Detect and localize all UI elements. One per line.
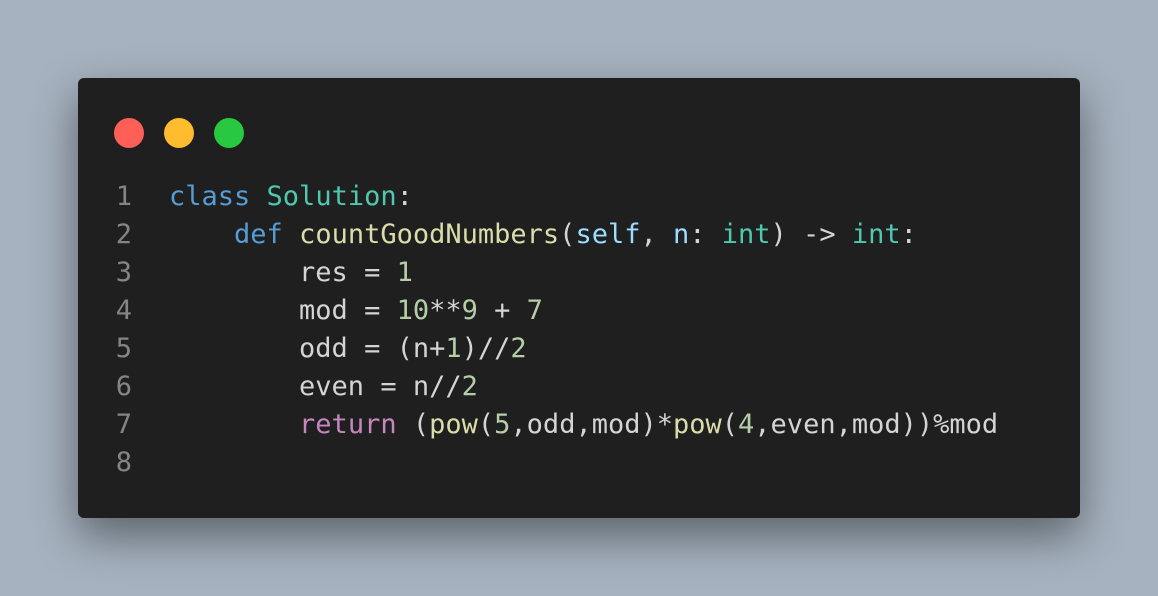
code-line: 1 class Solution: xyxy=(78,178,1080,216)
line-source xyxy=(132,444,169,482)
code-window: 1 class Solution: 2 def countGoodNumbers(s… xyxy=(78,78,1080,518)
code-token-plain: , xyxy=(640,219,673,250)
line-number: 1 xyxy=(115,181,132,212)
minimize-dot[interactable] xyxy=(164,118,194,148)
code-token-class-type: Solution xyxy=(266,181,397,212)
line-number: 4 xyxy=(115,295,132,326)
code-token-class-type: int xyxy=(851,219,901,250)
code-token-plain: + xyxy=(477,295,527,326)
window-controls xyxy=(114,118,244,148)
code-token-plain: odd = (n+ xyxy=(169,333,446,364)
line-number: 8 xyxy=(115,447,132,478)
code-token-plain: : xyxy=(396,181,413,212)
line-source: odd = (n+1)//2 xyxy=(132,330,527,368)
code-token-keyword: class xyxy=(169,181,251,212)
code-token-plain: res = xyxy=(169,257,397,288)
code-token-plain: ** xyxy=(429,295,462,326)
code-token-plain: ( xyxy=(477,409,495,440)
line-number: 6 xyxy=(115,371,132,402)
code-token-keyword: def xyxy=(234,219,283,250)
code-token-plain: : xyxy=(689,219,722,250)
line-number: 2 xyxy=(115,219,132,250)
code-line: 3 res = 1 xyxy=(78,254,1080,292)
code-token-function: pow xyxy=(429,409,478,440)
code-token-number: 2 xyxy=(461,371,478,402)
code-token-number: 2 xyxy=(510,333,527,364)
code-token-control-keyword: return xyxy=(299,409,397,440)
code-token-function: countGoodNumbers xyxy=(299,219,560,250)
line-source: even = n//2 xyxy=(132,368,478,406)
code-line: 7 return (pow(5,odd,mod)*pow(4,even,mod)… xyxy=(78,406,1080,444)
code-token-number: 5 xyxy=(494,409,511,440)
code-line: 2 def countGoodNumbers(self, n: int) -> … xyxy=(78,216,1080,254)
code-token-class-type: int xyxy=(721,219,771,250)
close-dot[interactable] xyxy=(114,118,144,148)
code-token-plain: even = n// xyxy=(169,371,462,402)
code-token-plain: ( xyxy=(396,409,430,440)
maximize-dot[interactable] xyxy=(214,118,244,148)
line-source: res = 1 xyxy=(132,254,413,292)
code-token-plain: : xyxy=(900,219,917,250)
code-token-plain: ) -> xyxy=(770,219,852,250)
line-source: return (pow(5,odd,mod)*pow(4,even,mod))%… xyxy=(132,406,998,444)
code-line: 6 even = n//2 xyxy=(78,368,1080,406)
line-number: 3 xyxy=(115,257,132,288)
code-token-plain: )// xyxy=(461,333,511,364)
line-source: class Solution: xyxy=(132,178,413,216)
code-token-number: 1 xyxy=(396,257,413,288)
code-line: 8 xyxy=(78,444,1080,482)
line-source: mod = 10**9 + 7 xyxy=(132,292,543,330)
code-token-number: 10 xyxy=(396,295,430,326)
line-number: 5 xyxy=(115,333,132,364)
line-number: 7 xyxy=(115,409,132,440)
code-token-plain: ,odd,mod)* xyxy=(510,409,673,440)
code-token-number: 4 xyxy=(738,409,755,440)
code-token-number: 1 xyxy=(445,333,462,364)
code-token-plain: ( xyxy=(721,409,739,440)
code-block: 1 class Solution: 2 def countGoodNumbers(s… xyxy=(78,178,1080,482)
code-token-function: pow xyxy=(672,409,722,440)
code-token-number: 7 xyxy=(526,295,543,326)
code-token-plain: ,even,mod))%mod xyxy=(754,409,999,440)
code-line: 4 mod = 10**9 + 7 xyxy=(78,292,1080,330)
code-token-plain: ( xyxy=(559,219,576,250)
code-token-parameter: self xyxy=(575,219,641,250)
code-line: 5 odd = (n+1)//2 xyxy=(78,330,1080,368)
code-token-parameter: n xyxy=(672,219,690,250)
code-token-plain: mod = xyxy=(169,295,397,326)
code-token-number: 9 xyxy=(461,295,478,326)
line-source: def countGoodNumbers(self, n: int) -> in… xyxy=(132,216,917,254)
